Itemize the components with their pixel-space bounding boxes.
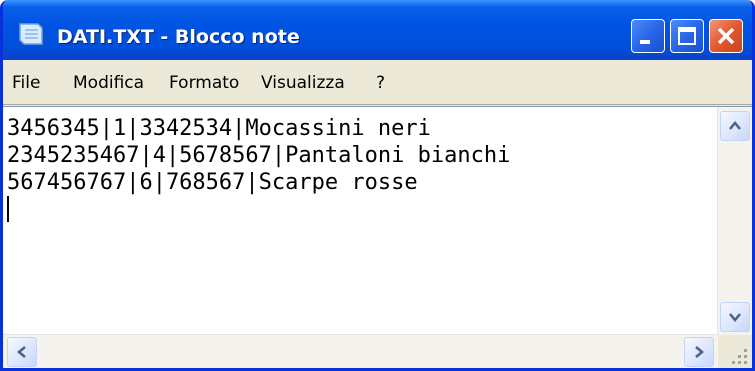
notepad-icon[interactable] (16, 22, 46, 46)
menu-formato[interactable]: Formato (169, 73, 239, 93)
menu-help[interactable]: ? (376, 73, 385, 93)
maximize-icon (678, 27, 696, 45)
menu-visualizza[interactable]: Visualizza (261, 73, 345, 93)
menu-bar: File Modifica Formato Visualizza ? (3, 60, 752, 105)
document-text[interactable]: 3456345|1|3342534|Mocassini neri 23452354… (7, 115, 707, 335)
scroll-right-button[interactable] (684, 337, 714, 367)
resize-grip[interactable] (718, 335, 752, 368)
vertical-scrollbar[interactable] (717, 107, 752, 335)
text-editor[interactable]: 3456345|1|3342534|Mocassini neri 23452354… (3, 106, 752, 368)
scroll-right-icon (695, 346, 704, 358)
notepad-window: DATI.TXT - Blocco note File Modifica For… (0, 0, 755, 371)
close-button[interactable] (709, 19, 743, 53)
horizontal-scrollbar[interactable] (3, 334, 718, 368)
scroll-up-button[interactable] (720, 111, 750, 141)
minimize-icon (640, 40, 650, 44)
menu-modifica[interactable]: Modifica (73, 73, 144, 93)
text-line: 567456767|6|768567|Scarpe rosse (7, 170, 418, 195)
resize-grip-icon (732, 349, 747, 364)
text-caret (7, 196, 9, 222)
minimize-button[interactable] (631, 19, 665, 53)
maximize-button[interactable] (670, 19, 704, 53)
scroll-down-button[interactable] (720, 302, 750, 332)
menu-file[interactable]: File (12, 73, 40, 93)
scroll-left-button[interactable] (7, 337, 37, 367)
title-bar[interactable]: DATI.TXT - Blocco note (3, 0, 752, 60)
scroll-left-icon (17, 346, 26, 358)
scroll-down-icon (729, 313, 741, 322)
window-title: DATI.TXT - Blocco note (57, 26, 300, 48)
text-caret-line (7, 196, 707, 223)
text-line: 2345235467|4|5678567|Pantaloni bianchi (7, 143, 511, 168)
scroll-up-icon (729, 121, 741, 130)
close-icon (717, 27, 735, 45)
text-line: 3456345|1|3342534|Mocassini neri (7, 116, 431, 141)
